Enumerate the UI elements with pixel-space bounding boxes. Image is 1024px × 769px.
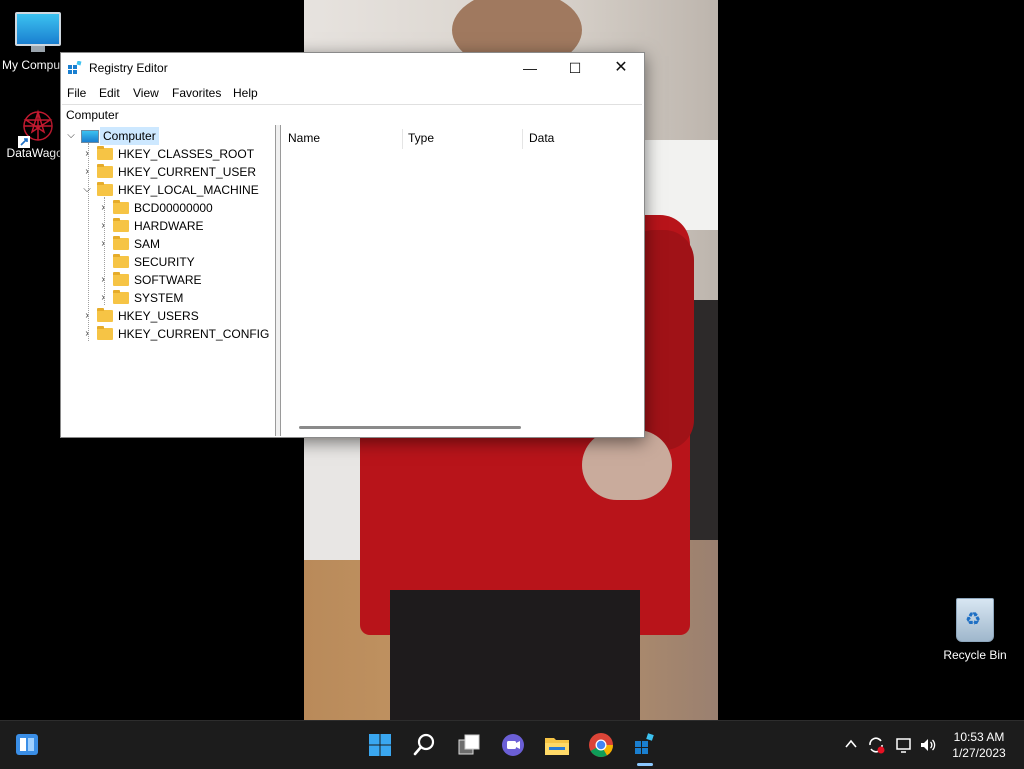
folder-icon [113, 272, 129, 286]
chevron-right-icon[interactable]: › [97, 217, 109, 235]
tree-item-sam[interactable]: › SAM [97, 235, 267, 253]
column-header-type[interactable]: Type [408, 125, 434, 149]
chevron-right-icon[interactable]: › [81, 163, 93, 181]
folder-icon [97, 146, 113, 160]
menu-file[interactable]: File [67, 86, 86, 100]
folder-icon [113, 218, 129, 232]
tree-item-hkey-current-user[interactable]: › HKEY_CURRENT_USER [81, 163, 271, 181]
widgets-icon[interactable] [14, 731, 42, 759]
column-separator[interactable] [522, 129, 523, 149]
folder-icon [113, 200, 129, 214]
close-button[interactable]: ✕ [598, 53, 644, 83]
clock-time: 10:53 AM [953, 730, 1005, 744]
address-bar[interactable]: Computer [62, 104, 642, 126]
minimize-button[interactable]: — [507, 53, 553, 83]
taskbar: 10:53 AM 1/27/2023 [0, 720, 1024, 769]
column-header-name[interactable]: Name [288, 125, 320, 149]
horizontal-scrollbar[interactable] [299, 426, 521, 429]
folder-icon [97, 326, 113, 340]
folder-icon [97, 308, 113, 322]
window-title: Registry Editor [89, 61, 168, 75]
tree-item-hkey-users[interactable]: › HKEY_USERS [81, 307, 271, 325]
column-header-data[interactable]: Data [529, 125, 554, 149]
active-app-indicator [637, 763, 653, 766]
registry-editor-window[interactable]: Registry Editor — ☐ ✕ File Edit View Fav… [60, 52, 645, 438]
folder-icon [113, 290, 129, 304]
volume-icon[interactable] [918, 735, 938, 755]
file-explorer-icon[interactable] [543, 731, 571, 759]
sync-icon[interactable] [866, 735, 886, 755]
chevron-right-icon[interactable]: › [81, 145, 93, 163]
tree-item-label: HKEY_CURRENT_USER [118, 165, 257, 179]
folder-icon [113, 254, 129, 268]
computer-icon [15, 12, 61, 52]
registry-editor-icon [68, 61, 82, 74]
value-list[interactable]: Name Type Data [281, 125, 643, 436]
recycle-bin-icon: ♻ [956, 598, 994, 642]
menu-edit[interactable]: Edit [99, 86, 120, 100]
menu-help[interactable]: Help [233, 86, 258, 100]
chevron-down-icon[interactable]: ⌵ [65, 127, 77, 145]
computer-icon [81, 130, 99, 143]
tree-item-computer[interactable]: ⌵ Computer [65, 127, 265, 145]
task-view-icon[interactable] [455, 731, 483, 759]
desktop-icon-label: Recycle Bin [943, 648, 1007, 662]
column-separator[interactable] [402, 129, 403, 149]
tree-item-label: HKEY_CLASSES_ROOT [118, 147, 255, 161]
tree-item-label: SAM [134, 237, 161, 251]
chevron-right-icon[interactable]: › [97, 271, 109, 289]
chevron-down-icon[interactable]: ⌵ [81, 181, 93, 199]
tree-item-label: SOFTWARE [134, 273, 202, 287]
folder-icon [113, 236, 129, 250]
menu-view[interactable]: View [133, 86, 159, 100]
show-hidden-icons-icon[interactable] [844, 737, 858, 751]
folder-icon [97, 182, 113, 196]
tree-item-security[interactable]: SECURITY [97, 253, 267, 271]
tree-item-hardware[interactable]: › HARDWARE [97, 217, 267, 235]
tree-item-hkey-classes-root[interactable]: › HKEY_CLASSES_ROOT [81, 145, 271, 163]
tree-item-software[interactable]: › SOFTWARE [97, 271, 267, 289]
chevron-right-icon[interactable]: › [97, 289, 109, 307]
system-clock[interactable]: 10:53 AM 1/27/2023 [946, 729, 1012, 761]
datawagon-icon [16, 106, 60, 150]
menu-favorites[interactable]: Favorites [172, 86, 221, 100]
tree-item-bcd00000000[interactable]: › BCD00000000 [97, 199, 267, 217]
search-icon[interactable] [411, 731, 439, 759]
start-icon[interactable] [366, 731, 394, 759]
maximize-button[interactable]: ☐ [552, 53, 598, 83]
chrome-icon[interactable] [587, 731, 615, 759]
chevron-right-icon[interactable]: › [97, 199, 109, 217]
teams-chat-icon[interactable] [499, 731, 527, 759]
network-icon[interactable] [894, 735, 914, 755]
tree-item-label: Computer [100, 127, 159, 145]
chevron-right-icon[interactable]: › [97, 235, 109, 253]
menu-bar: File Edit View Favorites Help [61, 83, 644, 103]
clock-date: 1/27/2023 [952, 746, 1006, 760]
tree-item-hkey-local-machine[interactable]: ⌵ HKEY_LOCAL_MACHINE [81, 181, 271, 199]
tree-item-label: HKEY_CURRENT_CONFIG [118, 327, 270, 341]
key-tree[interactable]: ⌵ Computer › HKEY_CLASSES_ROOT › HKEY_CU… [61, 125, 276, 436]
folder-icon [97, 164, 113, 178]
tree-item-label: SYSTEM [134, 291, 184, 305]
tree-item-label: HARDWARE [134, 219, 204, 233]
title-bar[interactable]: Registry Editor — ☐ ✕ [61, 53, 644, 83]
chevron-right-icon[interactable]: › [81, 307, 93, 325]
desktop-icon-recycle-bin[interactable]: ♻ Recycle Bin [935, 598, 1015, 662]
address-text: Computer [66, 108, 119, 122]
tree-item-hkey-current-config[interactable]: › HKEY_CURRENT_CONFIG [81, 325, 271, 343]
registry-editor-icon[interactable] [631, 731, 659, 759]
tree-item-label: SECURITY [134, 255, 195, 269]
chevron-right-icon[interactable]: › [81, 325, 93, 343]
tree-item-label: HKEY_USERS [118, 309, 199, 323]
tree-item-system[interactable]: › SYSTEM [97, 289, 267, 307]
tree-item-label: BCD00000000 [134, 201, 213, 215]
tree-item-label: HKEY_LOCAL_MACHINE [118, 183, 259, 197]
